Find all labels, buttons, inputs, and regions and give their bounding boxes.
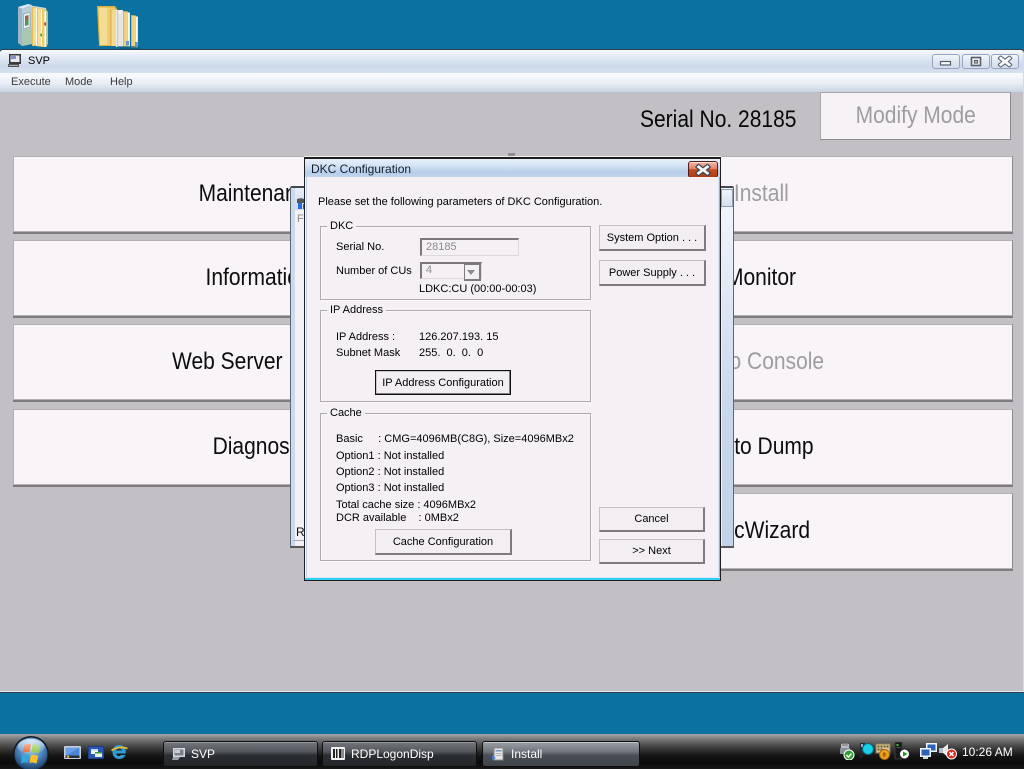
svg-text:!: ! (883, 753, 885, 759)
